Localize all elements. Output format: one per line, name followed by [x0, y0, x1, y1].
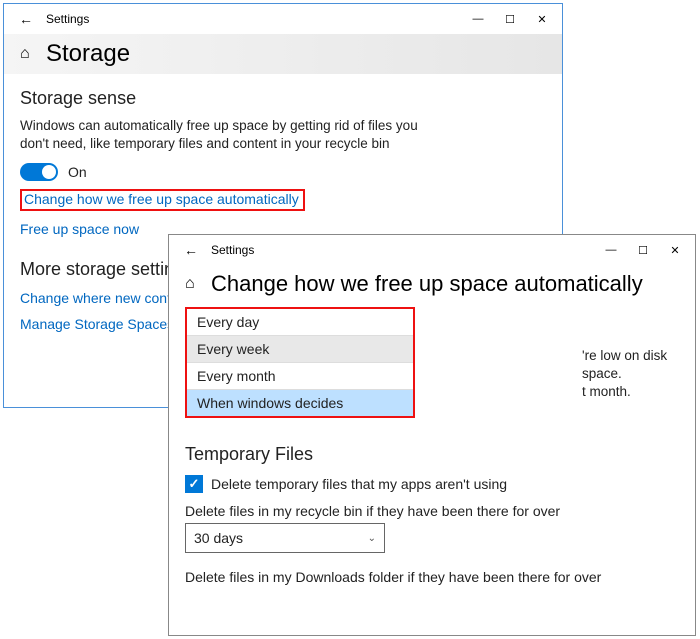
- home-icon[interactable]: ⌂: [185, 275, 203, 293]
- page-header: ⌂ Storage: [4, 34, 562, 74]
- home-icon[interactable]: ⌂: [20, 45, 38, 63]
- highlight-box: Change how we free up space automaticall…: [20, 189, 305, 211]
- storage-sense-toggle[interactable]: [20, 163, 58, 181]
- downloads-label: Delete files in my Downloads folder if t…: [185, 569, 679, 585]
- minimize-button[interactable]: —: [462, 5, 494, 33]
- recycle-bin-value: 30 days: [194, 530, 243, 546]
- free-up-now-link[interactable]: Free up space now: [20, 221, 139, 237]
- temporary-files-heading: Temporary Files: [185, 444, 679, 465]
- titlebar: ← Settings — ☐ ✕: [4, 4, 562, 34]
- maximize-button[interactable]: ☐: [494, 5, 526, 33]
- dropdown-option-every-week[interactable]: Every week: [187, 336, 413, 363]
- back-button[interactable]: ←: [179, 242, 203, 258]
- delete-temp-files-label: Delete temporary files that my apps aren…: [211, 476, 507, 492]
- chevron-down-icon: ⌄: [368, 533, 376, 544]
- app-title: Settings: [46, 12, 89, 26]
- dropdown-option-every-month[interactable]: Every month: [187, 363, 413, 390]
- close-button[interactable]: ✕: [659, 236, 691, 264]
- recycle-bin-select[interactable]: 30 days ⌄: [185, 523, 385, 553]
- minimize-button[interactable]: —: [595, 236, 627, 264]
- storage-sense-heading: Storage sense: [20, 88, 546, 109]
- recycle-bin-label: Delete files in my recycle bin if they h…: [185, 503, 679, 519]
- delete-temp-files-row: ✓ Delete temporary files that my apps ar…: [185, 475, 679, 493]
- change-free-up-link[interactable]: Change how we free up space automaticall…: [24, 191, 299, 207]
- page-header: ⌂ Change how we free up space automatica…: [169, 265, 695, 297]
- storage-sense-toggle-row: On: [20, 163, 546, 181]
- close-button[interactable]: ✕: [526, 5, 558, 33]
- titlebar: ← Settings — ☐ ✕: [169, 235, 695, 265]
- delete-temp-files-checkbox[interactable]: ✓: [185, 475, 203, 493]
- storage-sense-description: Windows can automatically free up space …: [20, 117, 450, 153]
- toggle-state-label: On: [68, 164, 87, 180]
- back-button[interactable]: ←: [14, 11, 38, 27]
- settings-change-freeup-window: ← Settings — ☐ ✕ ⌂ Change how we free up…: [168, 234, 696, 636]
- page-title: Storage: [46, 40, 130, 68]
- dropdown-option-every-day[interactable]: Every day: [187, 309, 413, 336]
- content-area: 're low on disk space. t month. Every da…: [169, 297, 695, 595]
- partially-hidden-text: 're low on disk space. t month.: [582, 347, 692, 402]
- manage-storage-spaces-link[interactable]: Manage Storage Spaces: [20, 316, 174, 332]
- run-frequency-dropdown-open[interactable]: Every day Every week Every month When wi…: [185, 307, 415, 418]
- app-title: Settings: [211, 243, 254, 257]
- page-title: Change how we free up space automaticall…: [211, 271, 643, 297]
- dropdown-option-when-windows-decides[interactable]: When windows decides: [187, 390, 413, 416]
- maximize-button[interactable]: ☐: [627, 236, 659, 264]
